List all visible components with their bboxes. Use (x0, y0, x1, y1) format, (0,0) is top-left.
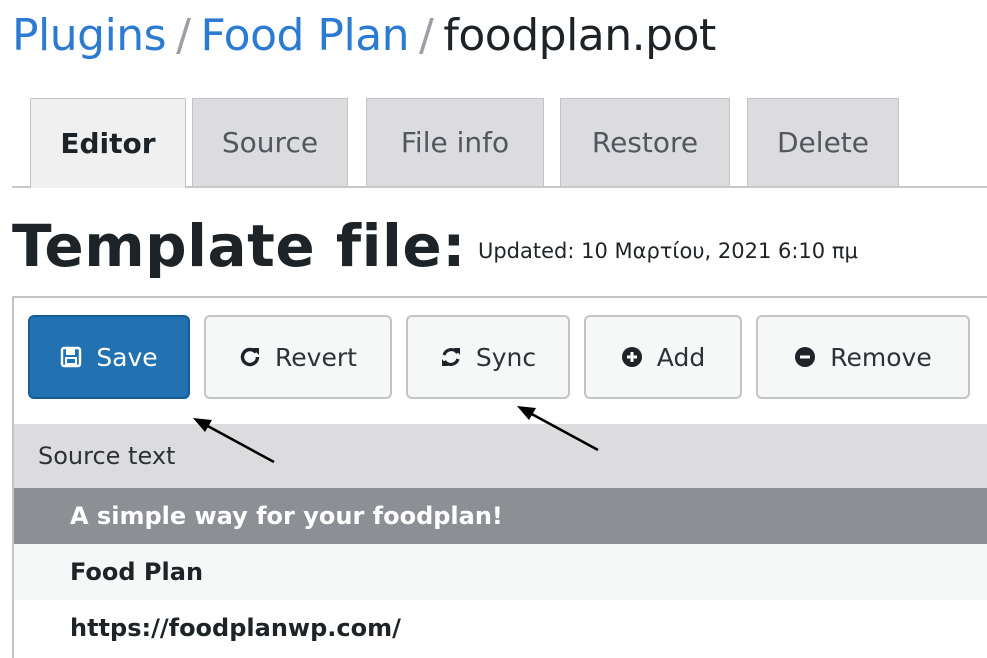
tab-editor[interactable]: Editor (30, 98, 186, 188)
breadcrumb-separator: / (419, 10, 434, 61)
add-button[interactable]: Add (584, 315, 742, 399)
sync-icon (440, 346, 462, 368)
tab-restore[interactable]: Restore (560, 98, 730, 186)
minus-circle-icon (794, 346, 816, 368)
remove-button-label: Remove (830, 342, 932, 372)
page-title: Template file: (12, 212, 466, 280)
editor-toolbar: Save Revert Sync Add Remove (14, 298, 987, 424)
tab-source[interactable]: Source (192, 98, 348, 186)
sync-button[interactable]: Sync (406, 315, 570, 399)
remove-button[interactable]: Remove (756, 315, 970, 399)
breadcrumb-separator: / (176, 10, 191, 61)
tab-delete[interactable]: Delete (747, 98, 899, 186)
save-button-label: Save (96, 342, 158, 372)
list-item[interactable]: https://foodplanwp.com/ (14, 600, 987, 656)
breadcrumb: Plugins / Food Plan / foodplan.pot (12, 6, 716, 66)
tab-file-info[interactable]: File info (366, 98, 544, 186)
list-item-selected[interactable]: A simple way for your foodplan! (14, 488, 987, 544)
sync-button-label: Sync (475, 342, 537, 372)
column-header-source-text[interactable]: Source text (14, 424, 987, 488)
editor-panel: Save Revert Sync Add Remove Source text … (12, 296, 987, 658)
revert-icon (239, 346, 261, 368)
revert-button-label: Revert (275, 342, 357, 372)
revert-button[interactable]: Revert (204, 315, 392, 399)
tab-bar: Editor Source File info Restore Delete (12, 98, 987, 188)
breadcrumb-link-plugins[interactable]: Plugins (12, 10, 167, 61)
plus-circle-icon (621, 346, 643, 368)
breadcrumb-link-food-plan[interactable]: Food Plan (200, 10, 409, 61)
save-button[interactable]: Save (28, 315, 190, 399)
section-heading: Template file: Updated: 10 Μαρτίου, 2021 … (12, 212, 858, 280)
add-button-label: Add (656, 342, 706, 372)
updated-timestamp: Updated: 10 Μαρτίου, 2021 6:10 πμ (477, 239, 858, 263)
floppy-disk-icon (60, 346, 82, 368)
breadcrumb-current: foodplan.pot (443, 10, 716, 61)
list-item[interactable]: Food Plan (14, 544, 987, 600)
